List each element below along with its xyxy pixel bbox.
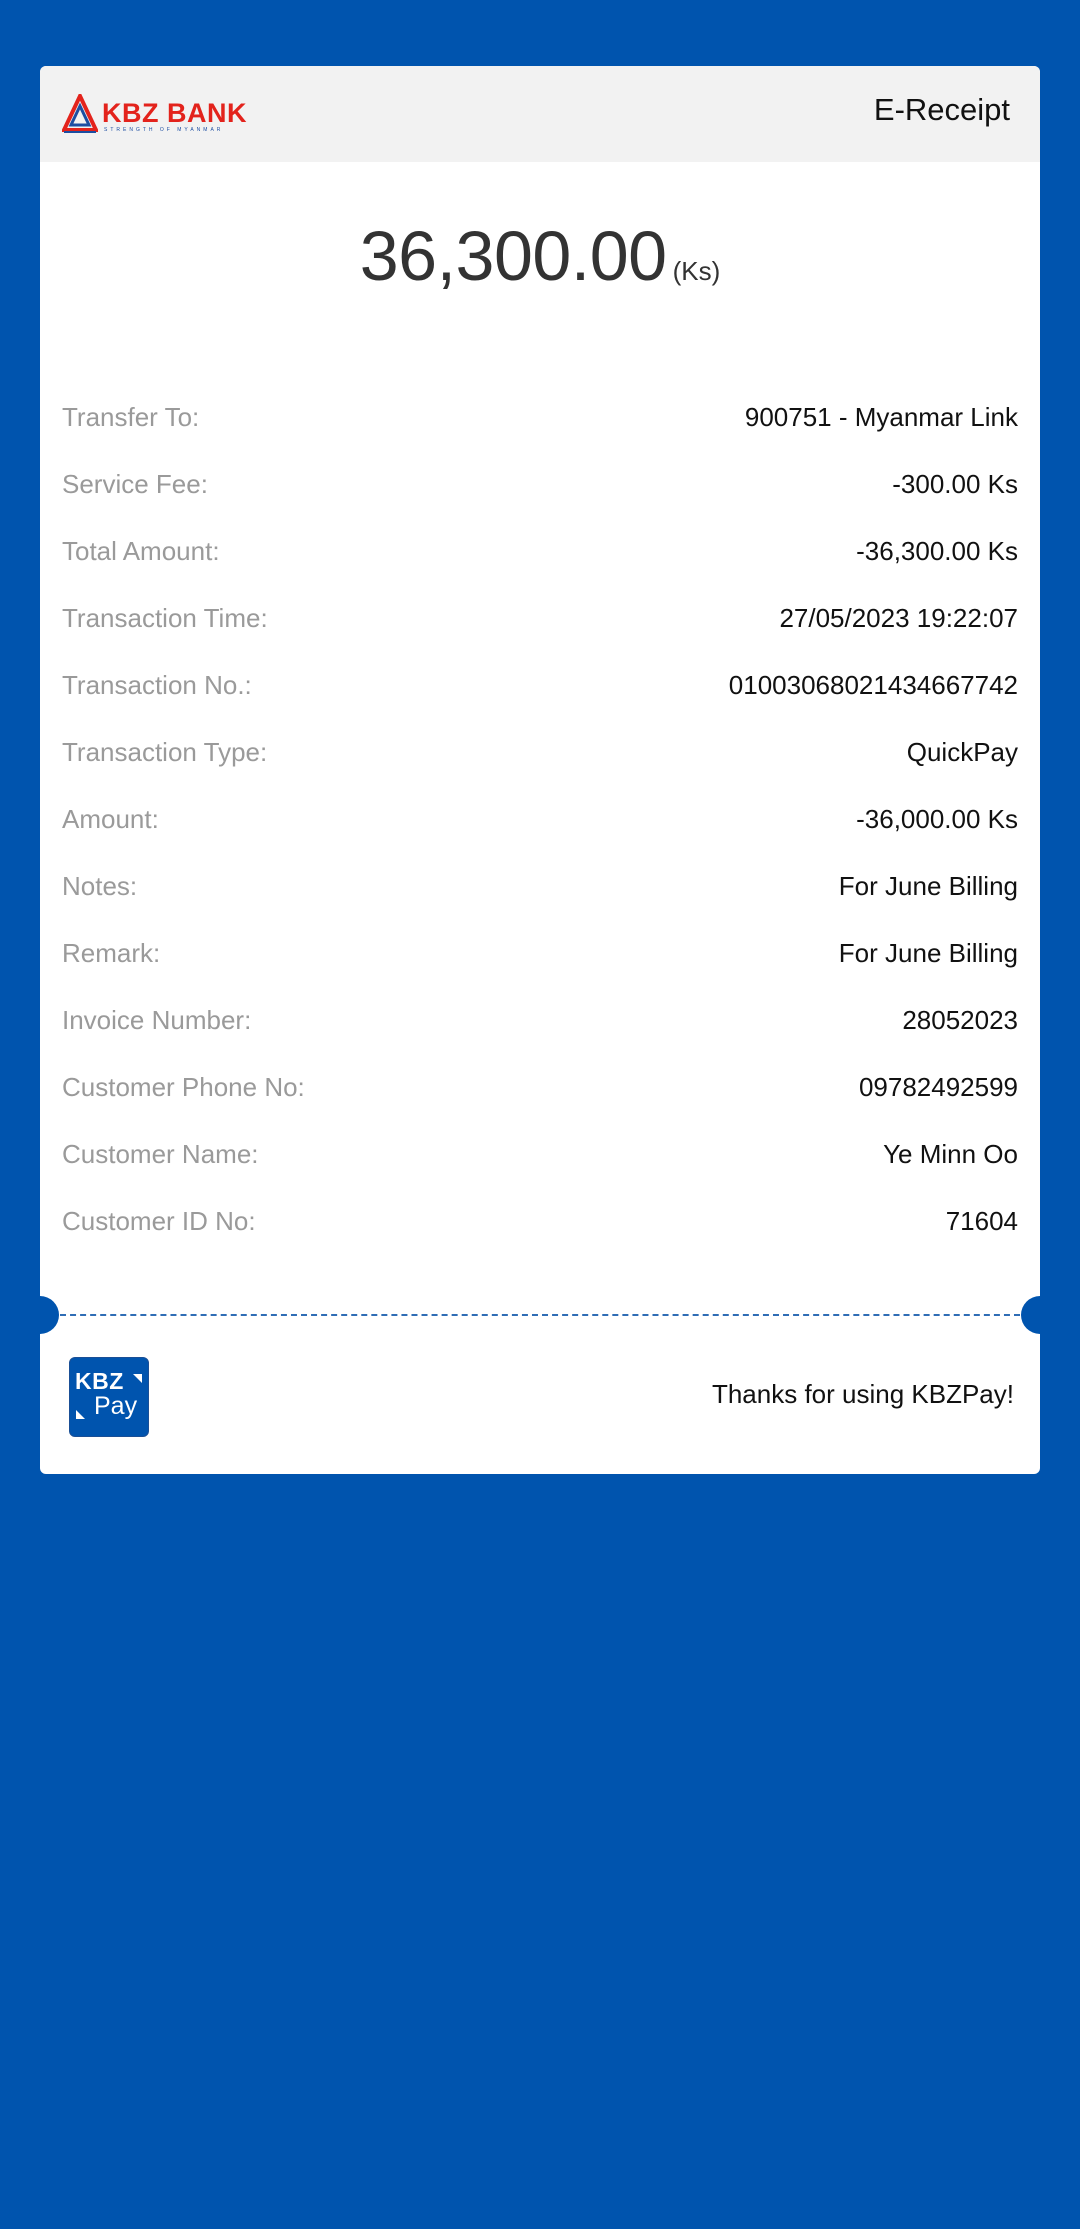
detail-label: Customer Name: <box>62 1139 259 1169</box>
amount-value: 36,300.00 <box>359 217 667 295</box>
detail-value: 71604 <box>945 1206 1018 1236</box>
detail-label: Remark: <box>62 938 161 968</box>
logo-text: KBZ BANK <box>102 98 247 128</box>
receipt-header: KBZ BANK STRENGTH OF MYANMAR E-Receipt <box>40 66 1040 162</box>
detail-value: -300.00 Ks <box>892 469 1018 499</box>
detail-value: -36,000.00 Ks <box>856 804 1018 834</box>
detail-row-total-amount: Total Amount: -36,300.00 Ks <box>62 536 1018 603</box>
detail-value: 28052023 <box>902 1005 1018 1035</box>
detail-row-amount: Amount: -36,000.00 Ks <box>62 804 1018 871</box>
page-title: E-Receipt <box>873 92 1010 127</box>
detail-value: For June Billing <box>838 938 1018 968</box>
detail-value: 01003068021434667742 <box>728 670 1018 700</box>
detail-value: For June Billing <box>838 871 1018 901</box>
detail-label: Transfer To: <box>62 402 200 432</box>
amount-display: 36,300.00 (Ks) <box>40 216 1040 296</box>
detail-label: Transaction Time: <box>62 603 268 633</box>
detail-row-invoice-number: Invoice Number: 28052023 <box>62 1005 1018 1072</box>
detail-value: Ye Minn Oo <box>883 1139 1018 1169</box>
detail-label: Service Fee: <box>62 469 208 499</box>
detail-value: 27/05/2023 19:22:07 <box>779 603 1018 633</box>
detail-row-transaction-no: Transaction No.: 01003068021434667742 <box>62 670 1018 737</box>
ticket-notch-right <box>1021 1296 1040 1334</box>
detail-label: Notes: <box>62 871 138 901</box>
detail-row-service-fee: Service Fee: -300.00 Ks <box>62 469 1018 536</box>
kbz-bank-logo: KBZ BANK STRENGTH OF MYANMAR <box>62 94 247 138</box>
detail-label: Total Amount: <box>62 536 220 566</box>
detail-row-customer-id: Customer ID No: 71604 <box>62 1206 1018 1273</box>
dashed-divider <box>60 1314 1020 1316</box>
detail-row-customer-name: Customer Name: Ye Minn Oo <box>62 1139 1018 1206</box>
detail-row-remark: Remark: For June Billing <box>62 938 1018 1005</box>
detail-label: Amount: <box>62 804 159 834</box>
kbzpay-logo: KBZ Pay <box>69 1357 149 1437</box>
detail-row-customer-phone: Customer Phone No: 09782492599 <box>62 1072 1018 1139</box>
kbz-triangle-icon <box>62 94 98 133</box>
detail-row-notes: Notes: For June Billing <box>62 871 1018 938</box>
detail-label: Transaction Type: <box>62 737 268 767</box>
logo-tagline: STRENGTH OF MYANMAR <box>104 127 224 133</box>
amount-unit: (Ks) <box>672 256 721 286</box>
details-list: Transfer To: 900751 - Myanmar Link Servi… <box>62 402 1018 1273</box>
thanks-message: Thanks for using KBZPay! <box>711 1379 1014 1409</box>
detail-label: Invoice Number: <box>62 1005 252 1035</box>
logo-corner-icon <box>76 1410 85 1419</box>
detail-label: Customer ID No: <box>62 1206 256 1236</box>
detail-value: 09782492599 <box>858 1072 1018 1102</box>
detail-label: Customer Phone No: <box>62 1072 305 1102</box>
detail-label: Transaction No.: <box>62 670 252 700</box>
detail-value: 900751 - Myanmar Link <box>744 402 1018 432</box>
ticket-notch-left <box>40 1296 59 1334</box>
kbzpay-logo-bottom: Pay <box>94 1392 138 1420</box>
detail-row-transfer-to: Transfer To: 900751 - Myanmar Link <box>62 402 1018 469</box>
detail-row-transaction-time: Transaction Time: 27/05/2023 19:22:07 <box>62 603 1018 670</box>
detail-row-transaction-type: Transaction Type: QuickPay <box>62 737 1018 804</box>
logo-corner-icon <box>133 1374 142 1383</box>
detail-value: QuickPay <box>906 737 1018 767</box>
receipt-card: KBZ BANK STRENGTH OF MYANMAR E-Receipt 3… <box>40 66 1040 1474</box>
kbzpay-logo-top: KBZ <box>75 1368 124 1394</box>
detail-value: -36,300.00 Ks <box>856 536 1018 566</box>
